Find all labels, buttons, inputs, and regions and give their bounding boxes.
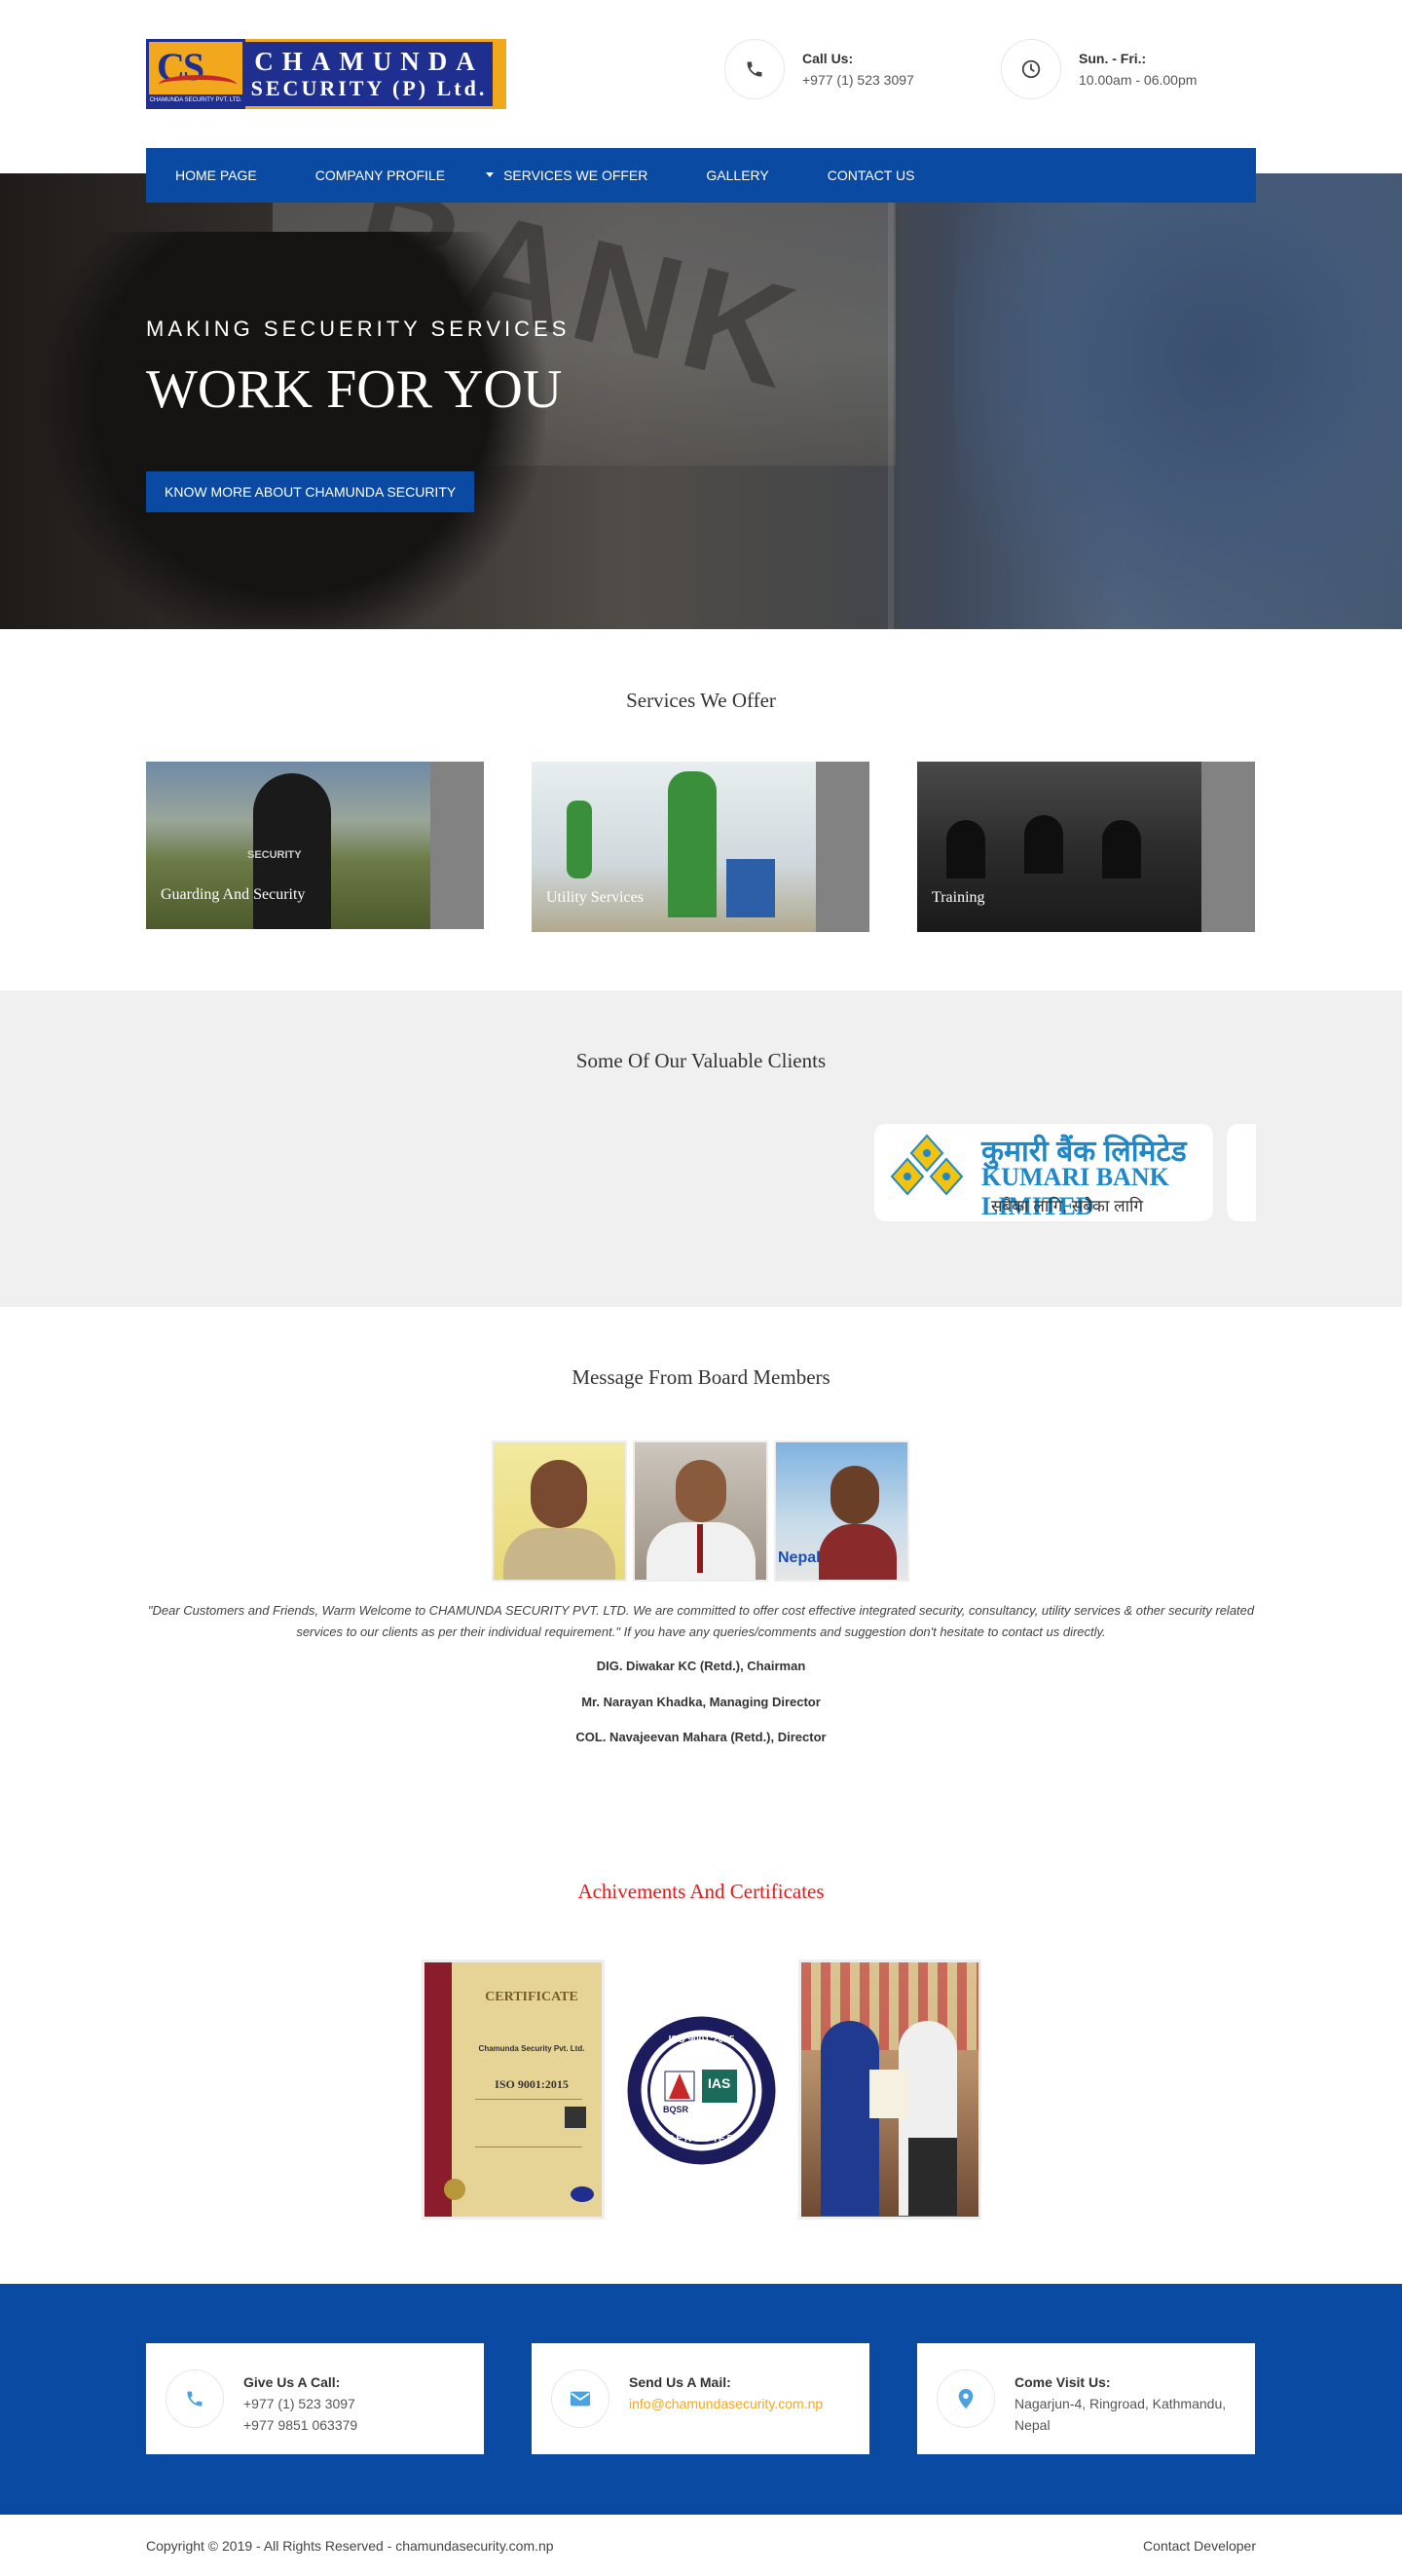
kumari-bank-logo-icon <box>890 1134 964 1196</box>
hero-subtitle: MAKING SECUERITY SERVICES <box>146 317 571 341</box>
footer-mail-link[interactable]: info@chamundasecurity.com.np <box>629 2393 823 2414</box>
service-card-utility[interactable]: Utility Services <box>532 762 869 932</box>
service-label-guarding: Guarding And Security <box>161 886 306 903</box>
board-message-quote: "Dear Customers and Friends, Warm Welcom… <box>147 1603 1255 1639</box>
service-card-guarding[interactable]: SECURITY Guarding And Security <box>146 762 484 929</box>
logo-tag: CHAMUNDA SECURITY PVT. LTD. <box>149 94 242 106</box>
footer-call-line-1[interactable]: +977 (1) 523 3097 <box>243 2393 357 2414</box>
board-member-photo-3: Nepal <box>774 1440 909 1582</box>
hero-banner: BANK MAKING SECUERITY SERVICES WORK FOR … <box>0 173 1402 629</box>
nav-company-profile[interactable]: COMPANY PROFILE <box>315 168 445 183</box>
iso-seal: ISO 9001:2015 CERTIFIED BQSR IAS <box>626 2015 777 2166</box>
seal-bqsr: BQSR <box>663 2105 689 2114</box>
footer-address-line-1: Nagarjun-4, Ringroad, Kathmandu, <box>1015 2396 1227 2411</box>
board-member-photo-2 <box>633 1440 768 1582</box>
client-logo-next[interactable] <box>1227 1124 1256 1221</box>
footer-call-title: Give Us A Call: <box>243 2374 341 2390</box>
footer: Give Us A Call: +977 (1) 523 3097 +977 9… <box>0 2284 1402 2515</box>
logo-wordmark: CHAMUNDA SECURITY (P) Ltd. <box>245 39 506 109</box>
footer-visit-title: Come Visit Us: <box>1015 2374 1111 2390</box>
nav-home[interactable]: HOME PAGE <box>175 168 257 183</box>
hero-cta-button[interactable]: KNOW MORE ABOUT CHAMUNDA SECURITY <box>146 471 475 512</box>
certificate-heading: CERTIFICATE <box>485 1990 578 2004</box>
hours-value: 10.00am - 06.00pm <box>1079 72 1198 88</box>
board-member-photo-1 <box>492 1440 627 1582</box>
footer-call-card: Give Us A Call: +977 (1) 523 3097 +977 9… <box>146 2343 484 2454</box>
board-photos: Nepal <box>492 1440 909 1582</box>
footer-bottom-bar: Copyright © 2019 - All Rights Reserved -… <box>0 2515 1402 2576</box>
footer-visit-card: Come Visit Us: Nagarjun-4, Ringroad, Kat… <box>917 2343 1255 2454</box>
seal-top-text: ISO 9001:2015 <box>668 2035 735 2045</box>
phone-icon <box>166 2370 224 2428</box>
logo-line-1: CHAMUNDA <box>254 47 484 76</box>
footer-mail-title: Send Us A Mail: <box>629 2374 731 2390</box>
clients-title: Some Of Our Valuable Clients <box>575 1049 827 1072</box>
service-label-utility: Utility Services <box>546 889 644 906</box>
service-card-training[interactable]: Training <box>917 762 1255 932</box>
envelope-icon <box>551 2370 609 2428</box>
nav-services-label: SERVICES WE OFFER <box>503 168 648 183</box>
service-label-training: Training <box>932 889 985 906</box>
board-member-2: Mr. Narayan Khadka, Managing Director <box>581 1695 821 1709</box>
map-pin-icon <box>937 2370 995 2428</box>
chevron-down-icon <box>486 172 495 177</box>
services-title: Services We Offer <box>626 689 776 712</box>
kumari-bank-slogan: सबैका लागि, सबैका लागि <box>991 1197 1144 1215</box>
phone-icon <box>724 39 785 99</box>
achievements-title: Achivements And Certificates <box>577 1880 825 1903</box>
board-member-3: COL. Navajeevan Mahara (Retd.), Director <box>575 1730 827 1744</box>
footer-call-line-2[interactable]: +977 9851 063379 <box>243 2414 357 2436</box>
header-hours: Sun. - Fri.: 10.00am - 06.00pm <box>1001 39 1197 99</box>
seal-ias: IAS <box>708 2075 731 2091</box>
hero-title: WORK FOR YOU <box>146 359 563 420</box>
contact-developer-link[interactable]: Contact Developer <box>1143 2538 1256 2554</box>
clients-section: Some Of Our Valuable Clients कुमारी बैंक… <box>0 990 1402 1307</box>
seal-bottom-text: CERTIFIED <box>667 2134 736 2145</box>
client-logo-kumari-bank[interactable]: कुमारी बैंक लिमिटेड KUMARI BANK LIMITED … <box>874 1124 1213 1221</box>
logo-emblem: CS CHAMUNDA SECURITY PVT. LTD. <box>146 39 245 109</box>
main-nav: HOME PAGE COMPANY PROFILE SERVICES WE OF… <box>146 148 1256 203</box>
company-logo[interactable]: CS CHAMUNDA SECURITY PVT. LTD. CHAMUNDA … <box>146 39 506 109</box>
board-title: Message From Board Members <box>572 1365 830 1389</box>
service-image-guarding: SECURITY <box>146 762 430 929</box>
certificate-handover-photo[interactable] <box>798 1960 981 2220</box>
logo-swoosh <box>159 75 237 94</box>
call-label: Call Us: <box>802 51 854 66</box>
certificate-standard: ISO 9001:2015 <box>495 2077 569 2091</box>
footer-mail-card: Send Us A Mail: info@chamundasecurity.co… <box>532 2343 869 2454</box>
copyright-text: Copyright © 2019 - All Rights Reserved -… <box>146 2538 554 2554</box>
nav-services[interactable]: SERVICES WE OFFER <box>486 168 648 183</box>
logo-line-2: SECURITY (P) Ltd. <box>250 76 488 100</box>
board-member-1: DIG. Diwakar KC (Retd.), Chairman <box>596 1659 806 1673</box>
certificate-company: Chamunda Security Pvt. Ltd. <box>478 2044 585 2053</box>
iso-certificate-image[interactable]: CERTIFICATE Chamunda Security Pvt. Ltd. … <box>422 1960 605 2220</box>
hours-label: Sun. - Fri.: <box>1079 51 1147 66</box>
footer-address-line-2: Nepal <box>1015 2417 1051 2433</box>
call-number[interactable]: +977 (1) 523 3097 <box>802 69 914 91</box>
nav-gallery[interactable]: GALLERY <box>706 168 768 183</box>
clock-icon <box>1001 39 1061 99</box>
nav-contact[interactable]: CONTACT US <box>828 168 915 183</box>
header-call: Call Us: +977 (1) 523 3097 <box>724 39 914 99</box>
